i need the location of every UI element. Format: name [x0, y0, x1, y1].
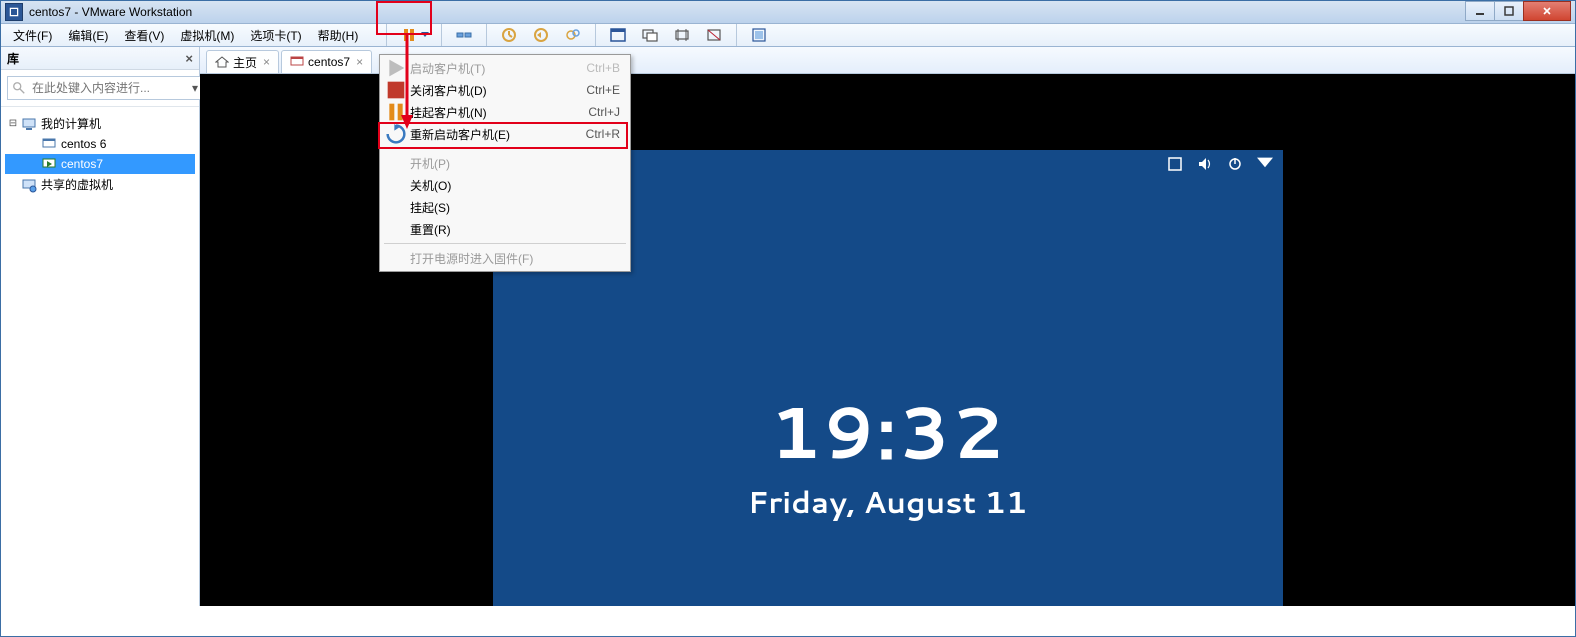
menu-reset[interactable]: 重置(R) — [382, 218, 628, 240]
chevron-down-icon[interactable] — [1257, 156, 1273, 176]
menu-power-on: 开机(P) — [382, 152, 628, 174]
chevron-down-icon — [420, 32, 430, 38]
close-button[interactable] — [1523, 1, 1571, 21]
menu-separator — [384, 148, 626, 149]
pause-icon — [386, 104, 406, 120]
tab-close-icon[interactable]: × — [263, 55, 270, 69]
shared-vms-icon — [21, 177, 37, 193]
tab-label: centos7 — [308, 55, 350, 69]
menu-shutdown-guest[interactable]: 关闭客户机(D) Ctrl+E — [382, 79, 628, 101]
tab-home[interactable]: 主页 × — [206, 50, 279, 73]
tree-shared-vms[interactable]: ⊞ 共享的虚拟机 — [5, 174, 195, 195]
console-view-button[interactable] — [700, 21, 728, 49]
thumbnail-bar-button[interactable] — [745, 21, 773, 49]
titlebar[interactable]: centos7 - VMware Workstation — [1, 1, 1575, 24]
tree-vm-centos7[interactable]: centos7 — [5, 154, 195, 174]
menu-view[interactable]: 查看(V) — [116, 25, 172, 46]
power-icon[interactable] — [1227, 156, 1243, 176]
stop-icon — [386, 82, 406, 98]
application-window: centos7 - VMware Workstation 文件(F) 编辑(E)… — [0, 0, 1576, 637]
sidebar: 库 × ▾ ⊟ 我的计算机 centos 6 — [1, 47, 200, 606]
minimize-button[interactable] — [1465, 1, 1495, 21]
menu-vm[interactable]: 虚拟机(M) — [172, 25, 242, 46]
tree-label: centos7 — [61, 157, 103, 171]
menu-file[interactable]: 文件(F) — [5, 25, 60, 46]
accessibility-icon[interactable] — [1167, 156, 1183, 176]
sidebar-title: 库 — [7, 50, 19, 67]
menu-power-off[interactable]: 关机(O) — [382, 174, 628, 196]
menu-tabs[interactable]: 选项卡(T) — [242, 25, 309, 46]
play-icon — [386, 60, 406, 76]
search-input[interactable]: ▾ — [7, 76, 206, 100]
menu-restart-guest[interactable]: 重新启动客户机(E) Ctrl+R — [382, 123, 628, 145]
lockscreen-date: Friday, August 11 — [493, 480, 1283, 523]
vm-icon — [290, 55, 304, 69]
vm-icon — [41, 136, 57, 152]
tab-close-icon[interactable]: × — [356, 55, 363, 69]
tree-my-computer[interactable]: ⊟ 我的计算机 — [5, 113, 195, 134]
menu-power-on-firmware: 打开电源时进入固件(F) — [382, 247, 628, 269]
app-icon — [5, 3, 23, 21]
library-tree: ⊟ 我的计算机 centos 6 centos7 ⊞ 共享的虚拟机 — [1, 107, 199, 201]
menubar: 文件(F) 编辑(E) 查看(V) 虚拟机(M) 选项卡(T) 帮助(H) — [1, 24, 1575, 47]
pause-icon — [398, 23, 420, 47]
collapse-icon: ⊟ — [7, 118, 19, 129]
fullscreen-button[interactable] — [604, 21, 632, 49]
tree-label: 共享的虚拟机 — [41, 176, 113, 193]
restart-icon — [386, 126, 406, 142]
window-title: centos7 - VMware Workstation — [29, 5, 192, 19]
tree-label: centos 6 — [61, 137, 106, 151]
menu-separator — [384, 243, 626, 244]
menu-suspend-guest[interactable]: 挂起客户机(N) Ctrl+J — [382, 101, 628, 123]
tab-centos7[interactable]: centos7 × — [281, 50, 372, 73]
power-button-group[interactable] — [395, 21, 433, 49]
lockscreen-time: 19:32 — [493, 380, 1283, 482]
search-icon — [12, 81, 26, 95]
snapshot-manager-button[interactable] — [559, 21, 587, 49]
snapshot-revert-button[interactable] — [527, 21, 555, 49]
snapshot-take-button[interactable] — [495, 21, 523, 49]
volume-icon[interactable] — [1197, 156, 1213, 176]
menu-help[interactable]: 帮助(H) — [310, 25, 367, 46]
menu-suspend[interactable]: 挂起(S) — [382, 196, 628, 218]
sidebar-close-button[interactable]: × — [185, 51, 193, 66]
send-ctrl-alt-del-button[interactable] — [450, 21, 478, 49]
menu-edit[interactable]: 编辑(E) — [60, 25, 116, 46]
sidebar-header: 库 × — [1, 47, 199, 70]
computer-icon — [21, 116, 37, 132]
unity-button[interactable] — [636, 21, 664, 49]
tree-label: 我的计算机 — [41, 115, 101, 132]
vm-running-icon — [41, 156, 57, 172]
stretch-button[interactable] — [668, 21, 696, 49]
home-icon — [215, 55, 229, 69]
tab-label: 主页 — [233, 54, 257, 71]
guest-topbar — [1167, 156, 1273, 176]
menu-start-guest: 启动客户机(T) Ctrl+B — [382, 57, 628, 79]
maximize-button[interactable] — [1494, 1, 1524, 21]
tree-vm-centos6[interactable]: centos 6 — [5, 134, 195, 154]
search-field[interactable] — [30, 80, 189, 96]
power-dropdown-menu: 启动客户机(T) Ctrl+B 关闭客户机(D) Ctrl+E 挂起客户机(N)… — [379, 54, 631, 272]
